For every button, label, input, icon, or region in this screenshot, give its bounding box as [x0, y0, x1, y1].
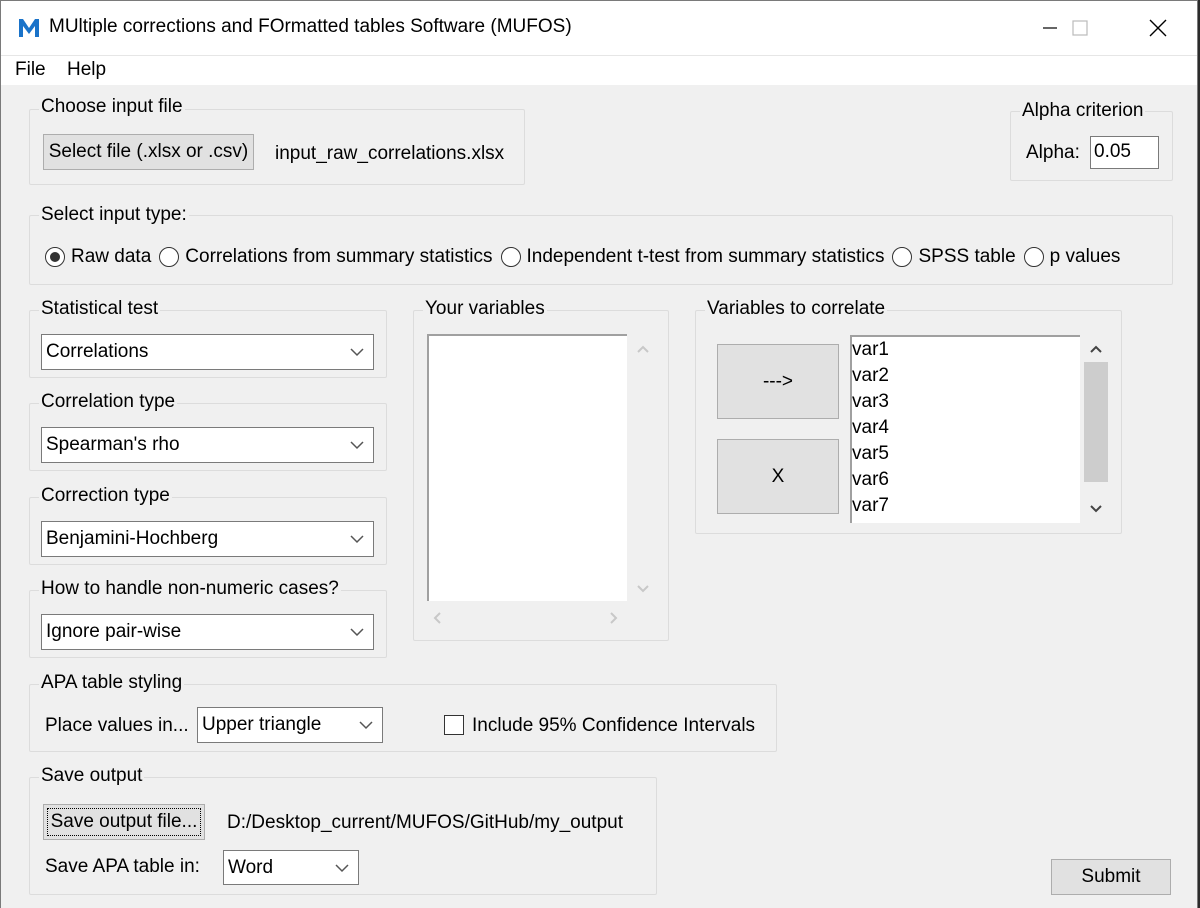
save-format-value: Word [228, 857, 274, 878]
radio-selected-dot [50, 252, 60, 262]
chevron-down-icon [359, 721, 373, 730]
place-values-label: Place values in... [45, 715, 189, 736]
input-file-group-label: Choose input file [39, 96, 185, 118]
radio-label-raw-data[interactable]: Raw data [71, 246, 151, 268]
radio-label-correlations-summary[interactable]: Correlations from summary statistics [185, 246, 492, 268]
radio-raw-data[interactable] [45, 247, 65, 267]
scroll-right-icon[interactable] [608, 610, 620, 626]
main-content: Choose input file Select file (.xlsx or … [1, 85, 1197, 908]
alpha-group-label: Alpha criterion [1020, 100, 1146, 122]
radio-label-p-values[interactable]: p values [1050, 246, 1121, 268]
correction-type-label: Correction type [39, 485, 172, 507]
window-title: MUltiple corrections and FOrmatted table… [49, 16, 572, 37]
close-icon [1149, 19, 1167, 37]
correction-type-select[interactable]: Benjamini-Hochberg [41, 521, 374, 557]
statistical-test-label: Statistical test [39, 298, 161, 320]
scroll-left-icon[interactable] [431, 610, 443, 626]
radio-spss-table[interactable] [892, 247, 913, 267]
scroll-down-icon[interactable] [635, 583, 651, 595]
save-format-label: Save APA table in: [45, 856, 200, 877]
radio-correlations-summary[interactable] [159, 247, 180, 267]
scrollbar-thumb[interactable] [1084, 362, 1108, 482]
non-numeric-label: How to handle non-numeric cases? [39, 578, 341, 600]
radio-ttest-summary[interactable] [500, 247, 521, 267]
variables-to-correlate-label: Variables to correlate [705, 298, 888, 320]
list-item[interactable]: var2 [852, 363, 1080, 389]
submit-button[interactable]: Submit [1051, 859, 1171, 895]
variables-to-correlate-list[interactable]: var1 var2 var3 var4 var5 var6 var7 [850, 335, 1080, 523]
correction-type-value: Benjamini-Hochberg [46, 528, 219, 549]
chevron-down-icon [350, 628, 364, 637]
correlation-type-label: Correlation type [39, 391, 178, 413]
list-item[interactable]: var6 [852, 467, 1080, 493]
non-numeric-select[interactable]: Ignore pair-wise [41, 614, 374, 650]
close-button[interactable] [1125, 1, 1191, 55]
scroll-down-icon[interactable] [1088, 503, 1104, 515]
scroll-up-icon[interactable] [635, 343, 651, 355]
statistical-test-value: Correlations [46, 341, 149, 362]
non-numeric-value: Ignore pair-wise [46, 621, 182, 642]
select-file-button[interactable]: Select file (.xlsx or .csv) [43, 134, 254, 170]
remove-variable-button[interactable]: X [717, 439, 839, 514]
ci-checkbox-label[interactable]: Include 95% Confidence Intervals [472, 715, 755, 737]
maximize-icon [1072, 20, 1088, 36]
place-values-value: Upper triangle [202, 714, 322, 735]
input-type-radio-group: Raw data Correlations from summary stati… [45, 246, 1128, 268]
apa-styling-label: APA table styling [39, 672, 185, 694]
chevron-down-icon [350, 535, 364, 544]
chevron-down-icon [350, 348, 364, 357]
your-variables-list[interactable] [427, 334, 627, 601]
list-item[interactable]: var3 [852, 389, 1080, 415]
app-window: MUltiple corrections and FOrmatted table… [0, 0, 1198, 908]
selected-file-name: input_raw_correlations.xlsx [275, 143, 505, 164]
place-values-select[interactable]: Upper triangle [197, 707, 383, 743]
save-output-label: Save output [39, 765, 145, 787]
radio-label-ttest-summary[interactable]: Independent t-test from summary statisti… [527, 246, 885, 268]
add-variable-button[interactable]: ---> [717, 344, 839, 419]
maximize-button[interactable] [1047, 1, 1113, 55]
input-type-group-label: Select input type: [39, 204, 189, 226]
chevron-down-icon [335, 864, 349, 873]
alpha-label: Alpha: [1026, 142, 1080, 163]
list-item[interactable]: var1 [852, 337, 1080, 363]
output-path: D:/Desktop_current/MUFOS/GitHub/my_outpu… [227, 812, 623, 833]
radio-p-values[interactable] [1023, 247, 1044, 267]
menu-file[interactable]: File [15, 59, 46, 81]
ci-checkbox[interactable] [444, 715, 464, 735]
menu-help[interactable]: Help [67, 59, 106, 81]
chevron-down-icon [350, 441, 364, 450]
alpha-input[interactable]: 0.05 [1090, 136, 1159, 169]
save-format-select[interactable]: Word [223, 850, 359, 885]
list-item[interactable]: var5 [852, 441, 1080, 467]
your-variables-label: Your variables [423, 298, 547, 320]
menu-bar: File Help [1, 55, 1197, 85]
app-logo-icon [19, 19, 39, 37]
correlation-type-value: Spearman's rho [46, 434, 180, 455]
correlation-type-select[interactable]: Spearman's rho [41, 427, 374, 463]
title-bar: MUltiple corrections and FOrmatted table… [1, 1, 1197, 55]
save-output-file-button[interactable]: Save output file... [43, 804, 205, 840]
statistical-test-select[interactable]: Correlations [41, 334, 374, 370]
list-item[interactable]: var4 [852, 415, 1080, 441]
list-item[interactable]: var7 [852, 493, 1080, 519]
scroll-up-icon[interactable] [1088, 343, 1104, 355]
radio-label-spss-table[interactable]: SPSS table [918, 246, 1015, 268]
